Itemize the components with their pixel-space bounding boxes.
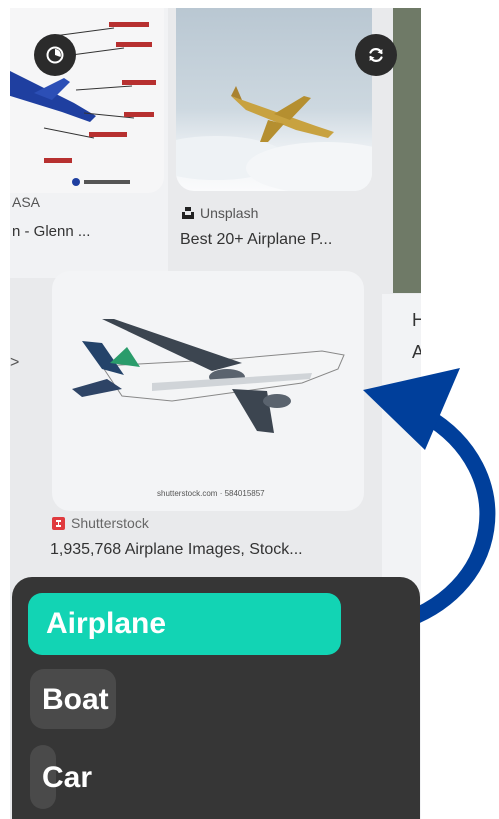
detected-label-airplane[interactable]: Airplane [46,607,166,641]
result-card-unsplash[interactable] [176,8,372,191]
main-result-source: Shutterstock [52,515,149,531]
lens-icon [46,46,64,64]
shutterstock-logo-icon [52,516,65,530]
result-card-shutterstock[interactable]: shutterstock.com · 584015857 [52,271,364,511]
unsplash-logo-icon [182,207,194,219]
airplane-diagram-image [10,8,164,193]
top-result-title[interactable]: Best 20+ Airplane P... [180,231,332,249]
right-result-letter-1: H [412,310,421,330]
left-result-title[interactable]: n - Glenn ... [12,223,90,240]
airplane-photo-main [72,319,345,433]
refresh-icon [369,48,383,62]
refresh-button[interactable] [355,34,397,76]
lens-button[interactable] [34,34,76,76]
top-result-source-label: Unsplash [200,205,259,221]
shutterstock-watermark: shutterstock.com · 584015857 [157,489,265,498]
airplane-photo-sky [176,86,372,191]
main-result-title[interactable]: 1,935,768 Airplane Images, Stock... [50,541,303,559]
result-card-right-image[interactable] [393,8,421,293]
main-result-source-label: Shutterstock [71,515,149,531]
top-result-source: Unsplash [182,205,258,221]
detected-objects-panel: Airplane Boat Car [12,577,420,819]
detected-label-boat[interactable]: Boat [42,683,109,717]
detected-label-car[interactable]: Car [42,761,92,795]
left-chevron: > [10,354,20,371]
left-result-source: ASA [12,194,41,210]
